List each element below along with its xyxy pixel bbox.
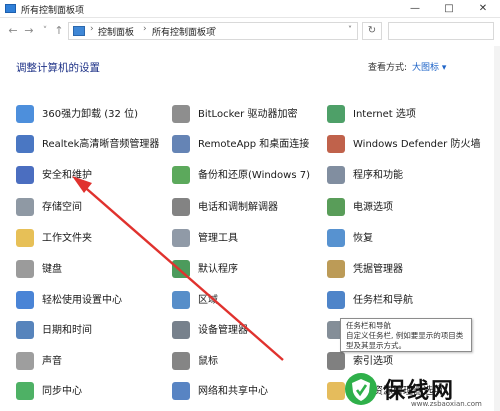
arrow-shaft	[79, 182, 284, 361]
watermark: 保线网 www.zsbaoxian.com	[345, 373, 495, 409]
watermark-url: www.zsbaoxian.com	[411, 400, 482, 408]
shield-logo-icon	[345, 373, 377, 405]
annotation-arrow	[72, 176, 284, 361]
scrollbar[interactable]	[494, 46, 500, 411]
